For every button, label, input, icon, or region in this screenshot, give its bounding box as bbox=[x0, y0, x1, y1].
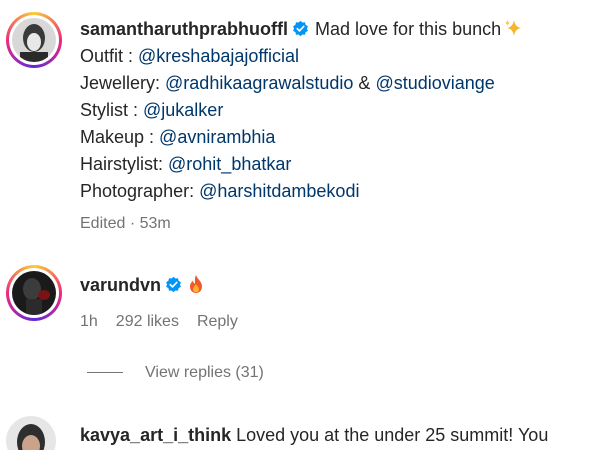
verified-badge-icon bbox=[293, 20, 308, 37]
mention-link[interactable]: @kreshabajajofficial bbox=[138, 46, 299, 66]
reply-button[interactable]: Reply bbox=[197, 313, 238, 330]
comment: kavya_art_i_think Loved you at the under… bbox=[0, 410, 600, 450]
comment-first-line: kavya_art_i_think Loved you at the under… bbox=[80, 422, 548, 448]
likes-count-button[interactable]: 292 likes bbox=[116, 313, 179, 330]
credit-jewellery: Jewellery: @radhikaagrawalstudio & @stud… bbox=[80, 73, 495, 93]
comment-username[interactable]: kavya_art_i_think bbox=[80, 425, 231, 445]
mention-link[interactable]: @rohit_bhatkar bbox=[168, 154, 291, 174]
credit-outfit: Outfit : @kreshabajajofficial bbox=[80, 46, 300, 66]
caption-avatar-ring[interactable] bbox=[6, 12, 62, 68]
mention-link[interactable]: @harshitdambekodi bbox=[199, 181, 359, 201]
avatar bbox=[12, 271, 56, 315]
caption-username[interactable]: samantharuthprabhuoffl bbox=[80, 19, 288, 39]
post-caption: samantharuthprabhuoffl Mad love for this … bbox=[0, 0, 600, 240]
avatar bbox=[12, 18, 56, 62]
mention-link[interactable]: @radhikaagrawalstudio bbox=[165, 73, 353, 93]
divider bbox=[87, 372, 123, 374]
comment-avatar-ring[interactable] bbox=[6, 265, 62, 321]
caption-first-line: samantharuthprabhuoffl Mad love for this … bbox=[80, 16, 523, 42]
mention-link[interactable]: @jukalker bbox=[143, 100, 223, 120]
comment-first-line: varundvn bbox=[80, 272, 204, 298]
view-replies-button[interactable]: View replies (31) bbox=[87, 362, 264, 384]
sparkles-icon bbox=[505, 20, 522, 36]
credit-makeup: Makeup : @avnirambhia bbox=[80, 127, 276, 147]
credit-photographer: Photographer: @harshitdambekodi bbox=[80, 181, 360, 201]
verified-badge-icon bbox=[166, 276, 181, 293]
caption-text: Mad love for this bunch bbox=[315, 19, 502, 39]
comment-meta: 1h 292 likes Reply bbox=[80, 312, 256, 332]
avatar[interactable] bbox=[6, 416, 56, 450]
comment-time: 1h bbox=[80, 313, 98, 330]
credit-hairstylist: Hairstylist: @rohit_bhatkar bbox=[80, 154, 292, 174]
credit-stylist: Stylist : @jukalker bbox=[80, 100, 224, 120]
mention-link[interactable]: @studioviange bbox=[375, 73, 494, 93]
comment-username[interactable]: varundvn bbox=[80, 275, 161, 295]
mention-link[interactable]: @avnirambhia bbox=[159, 127, 275, 147]
caption-meta: Edited · 53m bbox=[80, 215, 171, 232]
fire-icon bbox=[190, 275, 203, 293]
comment-text: Loved you at the under 25 summit! You bbox=[236, 425, 549, 445]
